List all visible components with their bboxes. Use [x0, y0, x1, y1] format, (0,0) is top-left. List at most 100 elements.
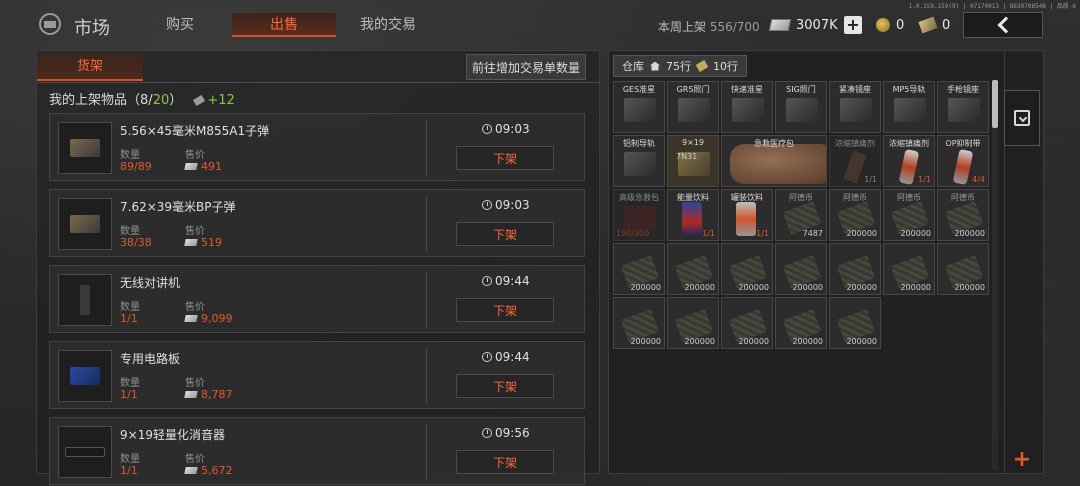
storage-cell[interactable]: 高级急救包 190/300	[613, 189, 665, 241]
delist-button[interactable]: 下架	[456, 374, 554, 398]
cell-count: 200000	[954, 229, 985, 238]
price-amount: 8,787	[201, 388, 233, 401]
storage-cell[interactable]: 罐装饮料 1/1	[721, 189, 773, 241]
storage-cell[interactable]: 200000	[775, 297, 827, 349]
storage-cell[interactable]: 能量饮料 1/1	[667, 189, 719, 241]
storage-cell[interactable]: MP5导轨	[883, 81, 935, 133]
cell-name: 快速准星	[731, 85, 763, 94]
mount-icon	[840, 98, 872, 122]
delist-button[interactable]: 下架	[456, 450, 554, 474]
item-name: 无线对讲机	[120, 276, 181, 290]
mount-icon	[948, 98, 980, 122]
qty-label: 数量	[120, 302, 140, 313]
canned-drink-icon	[736, 202, 756, 236]
back-button[interactable]	[963, 12, 1043, 38]
storage-cell[interactable]: 铝制导轨	[613, 135, 665, 187]
coin-balance: 0	[876, 14, 904, 36]
sight-icon	[678, 98, 710, 122]
storage-cell[interactable]: 200000	[667, 243, 719, 295]
storage-cell[interactable]: 200000	[883, 243, 935, 295]
storage-scrollbar[interactable]	[992, 80, 998, 470]
storage-cell[interactable]: 200000	[775, 243, 827, 295]
tag-icon	[695, 60, 709, 72]
clock-icon	[482, 428, 492, 438]
delist-button[interactable]: 下架	[456, 146, 554, 170]
cell-name: 手枪镜座	[947, 85, 979, 94]
cash-icon	[184, 239, 198, 246]
storage-cell[interactable]: 200000	[613, 243, 665, 295]
cell-count: 200000	[792, 283, 823, 292]
sight-icon	[732, 98, 764, 122]
cell-name: 阿德币	[951, 193, 975, 202]
delist-button[interactable]: 下架	[456, 222, 554, 246]
bonus-slots-value: +12	[207, 93, 235, 108]
cell-count: 200000	[900, 283, 931, 292]
storage-cell[interactable]: 200000	[937, 243, 989, 295]
cell-name: 罐装饮料	[731, 193, 763, 202]
bond-balance: 0	[918, 14, 951, 36]
house-icon	[650, 61, 660, 71]
cell-count: 200000	[630, 283, 661, 292]
tab-sell[interactable]: 出售	[232, 13, 336, 37]
sort-button[interactable]	[1004, 90, 1040, 146]
timer-value: 09:44	[495, 274, 530, 288]
cell-name: SIG照门	[786, 85, 816, 94]
energy-drink-icon	[682, 202, 702, 236]
price-amount: 519	[201, 236, 222, 249]
storage-cell[interactable]: 紧凑镜座	[829, 81, 881, 133]
storage-cell[interactable]: 200000	[829, 297, 881, 349]
rail-icon	[624, 152, 656, 176]
timer-value: 09:44	[495, 350, 530, 364]
qty-value: 89/89	[120, 160, 152, 173]
cell-count: 200000	[846, 337, 877, 346]
bond-value: 0	[942, 17, 951, 33]
cell-name: OP抑制带	[945, 139, 981, 148]
storage-cell[interactable]: GES准星	[613, 81, 665, 133]
storage-cell[interactable]: 浓缩镇痛剂 1/1	[883, 135, 935, 187]
storage-cell[interactable]: 浓缩镇痛剂 1/1	[829, 135, 881, 187]
radio-icon	[80, 285, 90, 315]
tab-shelf[interactable]: 货架	[37, 53, 143, 81]
rail-icon	[894, 98, 926, 122]
storage-cell[interactable]: 200000	[667, 297, 719, 349]
storage-cell[interactable]: SIG照门	[775, 81, 827, 133]
price-amount: 491	[201, 160, 222, 173]
storage-cell[interactable]: 急救医疗包	[721, 135, 827, 187]
add-slots-button[interactable]: 前往增加交易单数量	[466, 54, 586, 80]
cell-name: GES准星	[622, 85, 656, 94]
storage-cell[interactable]: 阿德币 200000	[883, 189, 935, 241]
cash-icon	[184, 315, 198, 322]
storage-cell[interactable]: 200000	[721, 243, 773, 295]
item-thumbnail	[58, 274, 112, 326]
storage-cell[interactable]: 200000	[829, 243, 881, 295]
add-money-button[interactable]: +	[844, 16, 862, 34]
storage-rows-b: 10行	[713, 60, 738, 73]
storage-cell[interactable]: 200000	[721, 297, 773, 349]
storage-scrollbar-thumb[interactable]	[992, 80, 998, 128]
cell-count: 1/1	[918, 175, 931, 184]
cell-count: 7487	[802, 229, 823, 238]
clock-icon	[482, 124, 492, 134]
storage-cell[interactable]: 阿德币 200000	[829, 189, 881, 241]
sight-icon	[786, 98, 818, 122]
tab-my-trades[interactable]: 我的交易	[350, 13, 426, 37]
storage-cell[interactable]: 阿德币 200000	[937, 189, 989, 241]
item-thumbnail	[58, 350, 112, 402]
storage-cell[interactable]: 快速准星	[721, 81, 773, 133]
cell-count: 1/1	[702, 229, 715, 238]
delist-button[interactable]: 下架	[456, 298, 554, 322]
storage-cell[interactable]: 200000	[613, 297, 665, 349]
storage-cell[interactable]: 阿德币 7487	[775, 189, 827, 241]
my-listings-close: ）	[169, 93, 183, 108]
tab-buy[interactable]: 购买	[150, 13, 210, 37]
sort-icon	[1014, 110, 1030, 126]
storage-cell[interactable]: 9×19 7N31	[667, 135, 719, 187]
listing-timer: 09:03	[482, 122, 530, 136]
storage-cell[interactable]: GRS照门	[667, 81, 719, 133]
price-amount: 5,672	[201, 464, 233, 477]
plus-icon[interactable]: +	[1012, 449, 1032, 471]
storage-cell[interactable]: 手枪镜座	[937, 81, 989, 133]
storage-header[interactable]: 仓库 75行 10行	[613, 55, 747, 77]
storage-cell[interactable]: OP抑制带 4/4	[937, 135, 989, 187]
sight-icon	[624, 98, 656, 122]
